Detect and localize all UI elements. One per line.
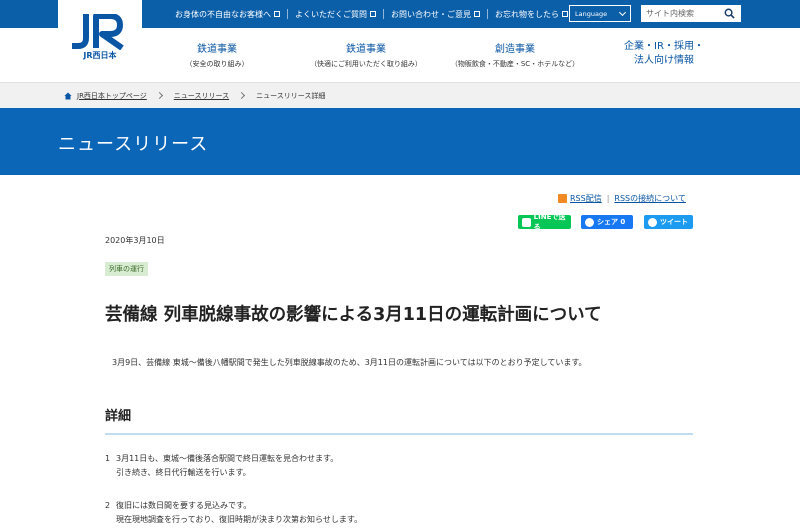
external-link-icon — [562, 11, 568, 17]
divider — [105, 433, 693, 435]
search-input[interactable] — [641, 6, 721, 21]
faq-link-label: よくいただくご質問 — [295, 9, 367, 19]
divider — [383, 9, 384, 19]
home-icon — [64, 92, 72, 99]
line-icon — [522, 217, 531, 227]
nav-item-railway-comfort[interactable]: 鉄道事業 （快適にご利用いただく取り組み） — [292, 28, 440, 80]
twitter-share-label: ツイート — [660, 218, 688, 226]
main-nav: 鉄道事業 （安全の取り組み） 鉄道事業 （快適にご利用いただく取り組み） 創造事… — [142, 28, 800, 80]
site-search — [641, 5, 741, 22]
breadcrumb-home-link[interactable]: JR西日本トップページ — [77, 91, 147, 101]
external-link-icon — [274, 11, 280, 17]
article-title: 芸備線 列車脱線事故の影響による3月11日の運転計画について — [105, 305, 602, 325]
search-icon[interactable] — [724, 8, 735, 19]
nav-item-subtitle: （快適にご利用いただく取り組み） — [310, 60, 422, 68]
logo[interactable]: JR西日本 — [58, 0, 142, 80]
utility-links: お身体の不自由なお客様へ よくいただくご質問 お問い合わせ・ご意見 お忘れ物をし… — [175, 0, 568, 28]
page-hero: ニュースリリース — [0, 108, 800, 175]
twitter-icon — [648, 217, 657, 227]
external-link-icon — [370, 11, 376, 17]
language-select[interactable]: Language — [569, 5, 631, 22]
article-lead: 3月9日、芸備線 東城～備後八幡駅間で発生した列車脱線事故のため、3月11日の運… — [112, 358, 587, 367]
nav-item-title: 鉄道事業 — [197, 44, 237, 55]
facebook-icon — [585, 217, 594, 227]
line-share-button[interactable]: LINEで送る — [518, 213, 571, 231]
nav-item-railway-safety[interactable]: 鉄道事業 （安全の取り組み） — [142, 28, 292, 80]
rss-about-link[interactable]: RSSの接続について — [614, 193, 685, 204]
page-title: ニュースリリース — [58, 134, 209, 155]
list-item-text: 復旧には数日間を要する見込みです。 — [116, 501, 252, 510]
nav-item-title: 鉄道事業 — [346, 44, 386, 55]
nav-item-title: 法人向け情報 — [634, 55, 694, 66]
contact-link[interactable]: お問い合わせ・ご意見 — [391, 9, 480, 20]
chevron-down-icon — [618, 8, 627, 17]
faq-link[interactable]: よくいただくご質問 — [295, 9, 376, 20]
language-select-label: Language — [575, 9, 608, 18]
breadcrumb: JR西日本トップページ ニュースリリース ニュースリリース詳細 — [0, 82, 800, 108]
accessibility-link[interactable]: お身体の不自由なお客様へ — [175, 9, 280, 20]
list-item-text: 3月11日も、東城～備後落合駅間で終日運転を見合わせます。 — [116, 454, 339, 463]
rss-links: RSS配信 | RSSの接続について — [558, 193, 686, 204]
breadcrumb-current: ニュースリリース詳細 — [256, 91, 326, 100]
facebook-share-label: シェア 0 — [597, 218, 626, 226]
chevron-right-icon — [155, 91, 163, 100]
list-item-text: 現在現地調査を行っており、復旧時期が決まり次第お知らせします。 — [116, 515, 363, 524]
external-link-icon — [474, 11, 480, 17]
nav-item-title: 創造事業 — [495, 44, 535, 55]
facebook-share-button[interactable]: シェア 0 — [581, 215, 633, 229]
article-date: 2020年3月10日 — [105, 236, 165, 245]
chevron-right-icon — [238, 91, 246, 100]
line-share-label: LINEで送る — [533, 213, 566, 231]
contact-link-label: お問い合わせ・ご意見 — [391, 9, 471, 19]
lost-items-link-label: お忘れ物をしたら — [495, 9, 559, 19]
list-item: 2 復旧には数日間を要する見込みです。 現在現地調査を行っており、復旧時期が決まり… — [105, 499, 362, 527]
nav-item-subtitle: （物販飲食・不動産・SC・ホテルなど） — [450, 60, 580, 68]
list-item: 1 3月11日も、東城～備後落合駅間で終日運転を見合わせます。 引き続き、終日代行… — [105, 452, 338, 480]
logo-text: JR西日本 — [83, 51, 117, 60]
lost-items-link[interactable]: お忘れ物をしたら — [495, 9, 568, 20]
accessibility-link-label: お身体の不自由なお客様へ — [175, 9, 271, 19]
jr-logo-icon — [72, 14, 124, 50]
divider — [487, 9, 488, 19]
rss-icon — [558, 194, 567, 203]
twitter-share-button[interactable]: ツイート — [644, 215, 693, 229]
nav-item-subtitle: （安全の取り組み） — [185, 60, 249, 68]
list-item-text: 引き続き、終日代行輸送を行います。 — [116, 468, 251, 477]
divider: | — [606, 194, 610, 203]
divider — [287, 9, 288, 19]
section-heading: 詳細 — [105, 409, 132, 424]
list-item-number: 2 — [105, 501, 111, 510]
list-item-number: 1 — [105, 454, 111, 463]
rss-feed-link[interactable]: RSS配信 — [570, 193, 602, 204]
breadcrumb-news-link[interactable]: ニュースリリース — [174, 91, 229, 101]
nav-item-title: 企業・IR・採用・ — [624, 41, 704, 52]
nav-item-corporate[interactable]: 企業・IR・採用・ 法人向け情報 — [600, 28, 728, 80]
nav-item-creative-business[interactable]: 創造事業 （物販飲食・不動産・SC・ホテルなど） — [440, 28, 590, 80]
category-badge: 列車の運行 — [105, 262, 148, 276]
